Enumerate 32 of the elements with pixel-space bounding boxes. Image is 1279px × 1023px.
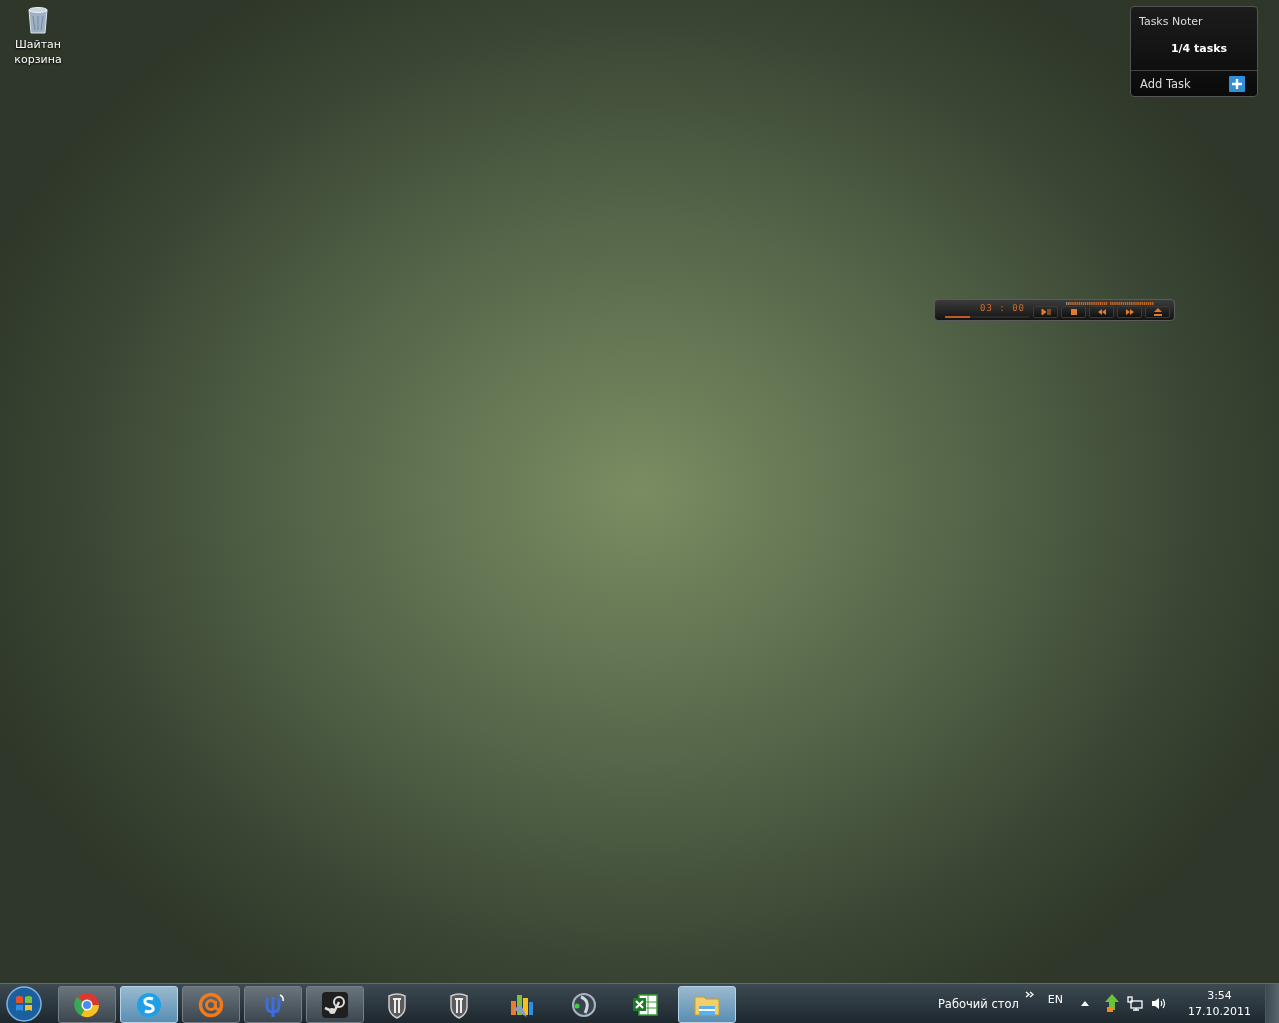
- browser-icon: [73, 990, 101, 1019]
- language-indicator[interactable]: EN: [1047, 993, 1063, 1006]
- at-sign-icon: [197, 990, 225, 1019]
- add-task-label[interactable]: Add Task: [1140, 77, 1191, 91]
- start-button[interactable]: [4, 984, 44, 1023]
- task-count: 1/4 tasks: [1169, 41, 1229, 57]
- toolbar-label[interactable]: Рабочий стол: [937, 996, 1019, 1011]
- steam-icon: [321, 990, 349, 1019]
- chevron-icon[interactable]: [1024, 991, 1034, 998]
- show-hidden-icons-icon[interactable]: [1081, 1001, 1089, 1006]
- eject-button[interactable]: [1145, 306, 1170, 318]
- clock-time: 3:54: [1207, 987, 1232, 1004]
- add-icon[interactable]: [1229, 76, 1245, 92]
- time-display: 03 : 00: [980, 302, 1025, 314]
- network-icon[interactable]: [1127, 996, 1143, 1011]
- recycle-bin-icon[interactable]: [27, 6, 49, 34]
- fast-forward-button[interactable]: [1117, 306, 1142, 318]
- upload-arrow-icon[interactable]: [1105, 993, 1119, 1014]
- level-meter-icon: [1066, 302, 1156, 305]
- clock[interactable]: 3:54 17.10.2011: [1188, 987, 1251, 1020]
- play-pause-icon: [1038, 307, 1053, 317]
- taskbar-button[interactable]: [306, 986, 364, 1023]
- headset-icon: [569, 990, 597, 1019]
- gadget-title: Tasks Noter: [1138, 14, 1204, 28]
- rewind-button[interactable]: [1089, 306, 1114, 318]
- stop-button[interactable]: [1061, 306, 1086, 318]
- play-pause-button[interactable]: [1033, 306, 1058, 318]
- chat-icon: [135, 990, 163, 1019]
- desktop-icon-label[interactable]: Шайтан корзина: [8, 37, 68, 67]
- speaker-icon[interactable]: [1151, 997, 1166, 1010]
- taskbar-button[interactable]: [58, 986, 116, 1023]
- clock-date: 17.10.2011: [1188, 1003, 1251, 1020]
